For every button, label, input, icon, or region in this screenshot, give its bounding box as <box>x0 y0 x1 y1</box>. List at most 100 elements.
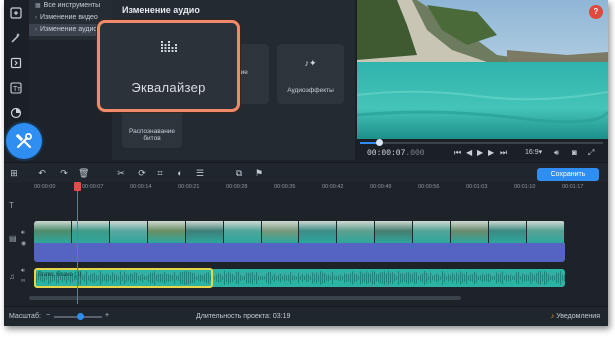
loop-icon[interactable]: ∞ <box>21 278 25 284</box>
waveform-bar <box>292 275 293 281</box>
delete-icon[interactable]: 🗑︎ <box>78 168 89 178</box>
waveform-bar <box>336 276 337 280</box>
fullscreen-icon[interactable]: ⤢ <box>588 148 594 158</box>
notifications[interactable]: ♪ Уведомления <box>551 313 600 320</box>
waveform-bar <box>434 275 435 281</box>
waveform-bar <box>498 273 499 283</box>
waveform-bar <box>486 274 487 282</box>
waveform-bar <box>298 273 299 283</box>
waveform-bar <box>360 271 361 285</box>
waveform-bar <box>524 274 525 282</box>
waveform-bar <box>260 276 261 280</box>
add-track-icon[interactable]: ⊞ <box>9 168 19 178</box>
waveform-bar <box>490 274 491 282</box>
waveform-bar <box>238 271 239 285</box>
waveform-bar <box>280 273 281 283</box>
waveform-bar <box>472 274 473 282</box>
waveform-bar <box>346 274 347 282</box>
video-thumbnail <box>147 221 186 243</box>
zoom-knob[interactable] <box>77 313 85 320</box>
play-icon[interactable]: ▶ <box>477 148 483 157</box>
chevron-right-icon: › <box>35 15 37 21</box>
visibility-icon[interactable]: ◉ <box>21 240 26 247</box>
waveform-bar <box>234 275 235 281</box>
marker-flag-icon[interactable]: ⚑ <box>254 168 264 178</box>
camera-icon[interactable]: ◙ <box>572 148 577 157</box>
progress-knob[interactable] <box>376 139 384 146</box>
rotate-icon[interactable]: ⟳ <box>137 168 147 178</box>
magic-wand-icon[interactable] <box>7 29 25 47</box>
step-back-icon[interactable]: ◀ <box>466 148 472 157</box>
help-button[interactable]: ? <box>589 5 603 19</box>
redo-icon[interactable]: ↷ <box>59 168 69 178</box>
waveform-bar <box>244 275 245 281</box>
cut-icon[interactable]: ✂ <box>116 168 126 178</box>
titles-icon[interactable]: Tт <box>7 79 25 97</box>
waveform-bar <box>424 271 425 285</box>
waveform-bar <box>302 274 303 282</box>
clip-properties-icon[interactable]: ☰ <box>195 168 205 178</box>
skip-back-icon[interactable]: ⏮ <box>454 148 461 158</box>
aspect-select[interactable]: 16:9▾ <box>525 148 542 156</box>
waveform-bar <box>422 273 423 283</box>
overlay-icon[interactable]: ⧉ <box>234 168 244 178</box>
video-thumbnail <box>451 221 490 243</box>
waveform-bar <box>438 274 439 282</box>
waveform-bar <box>394 274 395 282</box>
waveform-bar <box>444 273 445 283</box>
equalizer-tile[interactable]: Эквалайзер <box>97 20 240 112</box>
volume-icon[interactable]: 🔊︎ <box>554 148 559 158</box>
audio-selection[interactable] <box>34 268 213 288</box>
scale-label: Масштаб: <box>9 313 41 320</box>
video-thumbnail <box>413 221 452 243</box>
waveform-bar <box>404 274 405 282</box>
step-forward-icon[interactable]: ▶ <box>488 148 494 157</box>
video-clip[interactable] <box>34 221 565 262</box>
undo-icon[interactable]: ↶ <box>37 168 47 178</box>
waveform-bar <box>428 275 429 281</box>
timeline-scrollbar[interactable] <box>29 296 461 300</box>
mute-icon[interactable]: 🔊︎ <box>21 230 25 237</box>
waveform-bar <box>378 273 379 283</box>
bell-icon: ♪ <box>550 313 555 320</box>
waveform-bar <box>522 273 523 283</box>
waveform-bar <box>332 271 333 285</box>
waveform-bar <box>288 274 289 282</box>
waveform-bar <box>312 272 313 284</box>
chevron-right-icon: › <box>35 27 37 33</box>
tile-beat-detection[interactable]: Распознавание битов <box>122 108 182 148</box>
zoom-slider[interactable] <box>54 313 102 320</box>
ruler-tick-label: 00:01:03 <box>466 184 488 190</box>
timeline-ruler[interactable]: 00:00:00 00:00:07 00:00:14 00:00:21 00:00:28… <box>29 182 608 194</box>
waveform-bar <box>338 275 339 281</box>
waveform-bar <box>556 272 557 284</box>
tree-item-label: Все инструменты <box>43 2 101 9</box>
waveform-bar <box>550 276 551 280</box>
playhead[interactable] <box>77 182 78 304</box>
color-icon[interactable]: ◐ <box>175 168 185 178</box>
tree-item-all-tools[interactable]: ▦ Все инструменты <box>29 0 112 12</box>
music-track-icon: ♫ <box>9 272 15 281</box>
waveform-bar <box>542 274 543 282</box>
waveform-bar <box>386 273 387 283</box>
zoom-in-icon[interactable]: + <box>105 312 109 319</box>
import-icon[interactable] <box>7 4 25 22</box>
waveform-bar <box>240 275 241 281</box>
preview-progress[interactable] <box>360 139 603 146</box>
skip-forward-icon[interactable]: ⏭ <box>500 148 507 158</box>
waveform-bar <box>462 273 463 283</box>
waveform-bar <box>464 274 465 282</box>
save-button[interactable]: Сохранить <box>537 168 599 181</box>
aspect-value: 16:9 <box>525 149 539 156</box>
crop-icon[interactable]: ⌗ <box>155 168 165 178</box>
tile-audio-effects[interactable]: ♪✦ Аудиоэффекты <box>277 44 344 104</box>
tile-label: ние <box>237 69 248 76</box>
ruler-tick-label: 00:00:35 <box>274 184 296 190</box>
filters-icon[interactable] <box>7 104 25 122</box>
audio-mute-icon[interactable]: 🔊︎ <box>21 268 25 275</box>
more-tools-icon[interactable] <box>6 123 42 159</box>
waveform-bar <box>388 271 389 285</box>
zoom-out-icon[interactable]: − <box>46 312 50 319</box>
transitions-icon[interactable] <box>7 54 25 72</box>
waveform-bar <box>476 273 477 283</box>
